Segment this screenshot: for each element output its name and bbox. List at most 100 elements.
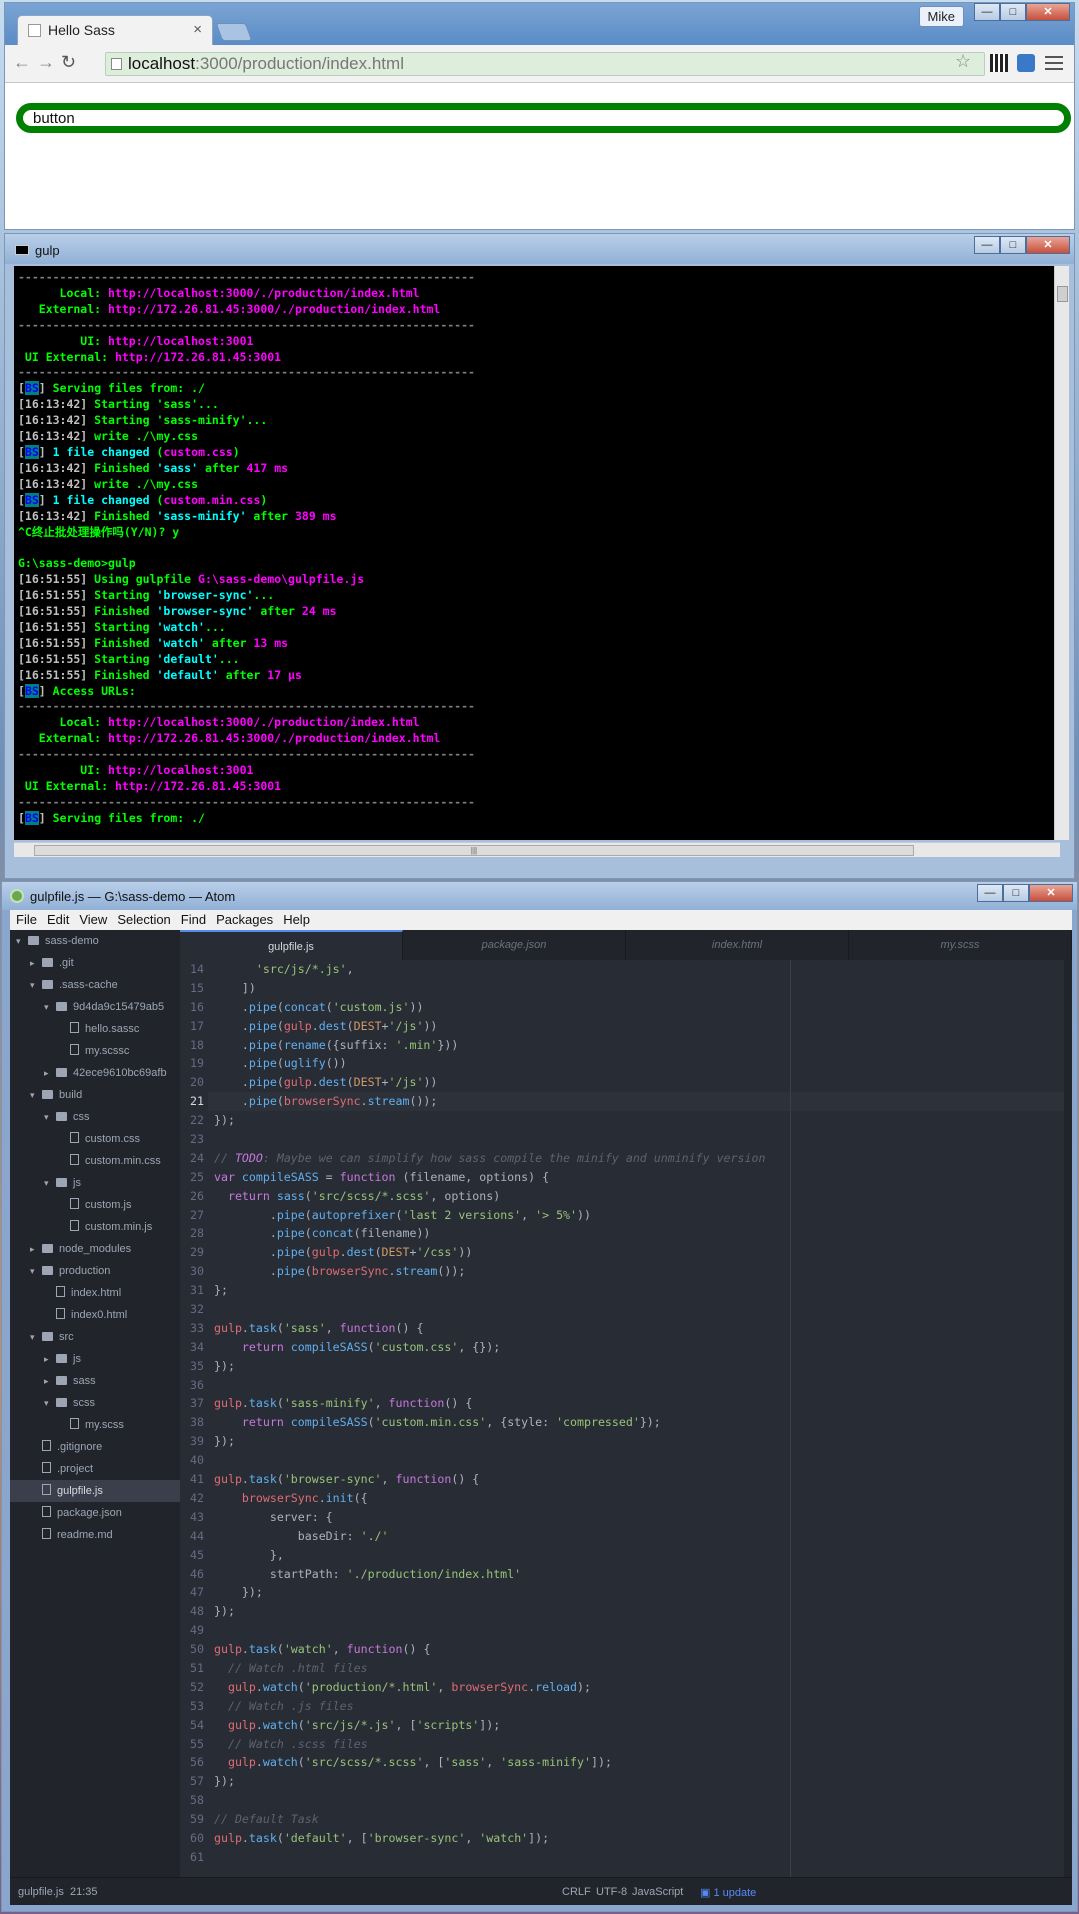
code-line[interactable]: return compileSASS('custom.min.css', {st… xyxy=(214,1413,765,1432)
console-output[interactable]: ----------------------------------------… xyxy=(14,266,1060,840)
code-line[interactable]: .pipe(rename({suffix: '.min'})) xyxy=(214,1036,765,1055)
menu-file[interactable]: File xyxy=(16,912,37,930)
code-line[interactable]: baseDir: './' xyxy=(214,1527,765,1546)
atom-minimize-button[interactable]: — xyxy=(977,884,1003,902)
tree-folder[interactable]: ▾ .sass-cache xyxy=(10,974,180,996)
status-file[interactable]: gulpfile.js xyxy=(18,1886,64,1898)
tree-folder[interactable]: ▾ sass-demo xyxy=(10,930,180,952)
chevron-down-icon[interactable]: ▾ xyxy=(44,1392,56,1414)
chevron-down-icon[interactable]: ▾ xyxy=(44,996,56,1018)
tree-folder[interactable]: ▾ css xyxy=(10,1106,180,1128)
code-line[interactable]: // Watch .html files xyxy=(214,1659,765,1678)
console-minimize-button[interactable]: — xyxy=(974,236,1000,254)
code-editor[interactable]: 14 15 16 17 18 19 20 21 22 23 24 25 26 27 28 29 30 31 32 33… xyxy=(180,960,1072,1877)
console-horizontal-scrollbar[interactable]: ||| xyxy=(14,842,1060,857)
console-close-button[interactable]: ✕ xyxy=(1026,236,1070,254)
scroll-thumb[interactable] xyxy=(1057,286,1068,302)
code-line[interactable]: }); xyxy=(214,1432,765,1451)
code-line[interactable]: // TODO: Maybe we can simplify how sass … xyxy=(214,1149,765,1168)
menu-icon[interactable] xyxy=(1045,56,1063,70)
menu-edit[interactable]: Edit xyxy=(47,912,69,930)
tree-folder[interactable]: ▸ node_modules xyxy=(10,1238,180,1260)
menu-find[interactable]: Find xyxy=(181,912,206,930)
tree-folder[interactable]: ▸ .git xyxy=(10,952,180,974)
chevron-down-icon[interactable]: ▾ xyxy=(30,974,42,996)
menu-packages[interactable]: Packages xyxy=(216,912,273,930)
code-line[interactable]: return compileSASS('custom.css', {}); xyxy=(214,1338,765,1357)
menu-view[interactable]: View xyxy=(79,912,107,930)
code-line[interactable]: }; xyxy=(214,1281,765,1300)
tree-file[interactable]: gulpfile.js xyxy=(10,1480,180,1502)
tree-file[interactable]: my.scss xyxy=(10,1414,180,1436)
page-info-icon[interactable] xyxy=(111,58,122,70)
code-line[interactable] xyxy=(214,1376,765,1395)
code-line[interactable]: .pipe(browserSync.stream()); xyxy=(214,1262,765,1281)
chevron-right-icon[interactable]: ▸ xyxy=(30,952,42,974)
chevron-down-icon[interactable]: ▾ xyxy=(30,1084,42,1106)
tree-file[interactable]: index0.html xyxy=(10,1304,180,1326)
browser-tab[interactable]: Hello Sass × xyxy=(17,15,213,45)
close-button[interactable]: ✕ xyxy=(1026,3,1070,21)
tree-folder[interactable]: ▸ js xyxy=(10,1348,180,1370)
code-line[interactable]: server: { xyxy=(214,1508,765,1527)
chevron-down-icon[interactable]: ▾ xyxy=(30,1326,42,1348)
status-line-ending[interactable]: CRLF xyxy=(562,1886,591,1898)
extension-icon[interactable] xyxy=(1017,54,1035,72)
console-maximize-button[interactable]: □ xyxy=(1000,236,1026,254)
back-icon[interactable]: ← xyxy=(13,52,31,73)
code-line[interactable] xyxy=(214,1621,765,1640)
tab-close-icon[interactable]: × xyxy=(193,21,202,38)
code-line[interactable]: }); xyxy=(214,1357,765,1376)
tree-folder[interactable]: ▸ 42ece9610bc69afb xyxy=(10,1062,180,1084)
forward-icon[interactable]: → xyxy=(37,52,55,73)
chevron-right-icon[interactable]: ▸ xyxy=(44,1062,56,1084)
code-line[interactable] xyxy=(214,1791,765,1810)
tab-index-html[interactable]: index.html xyxy=(626,930,849,960)
status-cursor-position[interactable]: 21:35 xyxy=(70,1886,98,1898)
menu-help[interactable]: Help xyxy=(283,912,310,930)
code-line[interactable]: // Watch .scss files xyxy=(214,1735,765,1754)
tab-package-json[interactable]: package.json xyxy=(403,930,626,960)
code-line[interactable]: .pipe(concat(filename)) xyxy=(214,1224,765,1243)
code-line[interactable]: var compileSASS = function (filename, op… xyxy=(214,1168,765,1187)
code-line[interactable] xyxy=(214,1451,765,1470)
code-line[interactable]: .pipe(concat('custom.js')) xyxy=(214,998,765,1017)
chevron-down-icon[interactable]: ▾ xyxy=(44,1106,56,1128)
address-bar[interactable]: localhost:3000/production/index.html xyxy=(105,52,985,76)
code-line[interactable]: }); xyxy=(214,1772,765,1791)
tree-file[interactable]: .project xyxy=(10,1458,180,1480)
code-line[interactable]: }); xyxy=(214,1111,765,1130)
code-line[interactable]: return sass('src/scss/*.scss', options) xyxy=(214,1187,765,1206)
code-line[interactable]: ]) xyxy=(214,979,765,998)
code-line[interactable]: .pipe(gulp.dest(DEST+'/js')) xyxy=(214,1073,765,1092)
reload-icon[interactable]: ↻ xyxy=(61,52,76,73)
code-line[interactable]: }); xyxy=(214,1583,765,1602)
code-line[interactable]: // Watch .js files xyxy=(214,1697,765,1716)
editor-scrollbar[interactable] xyxy=(1064,960,1072,1877)
tree-file[interactable]: my.scssc xyxy=(10,1040,180,1062)
atom-close-button[interactable]: ✕ xyxy=(1029,884,1073,902)
minimize-button[interactable]: — xyxy=(974,3,1000,21)
tab-gulpfile-js[interactable]: gulpfile.js xyxy=(180,930,403,960)
code-line[interactable]: gulp.task('sass-minify', function() { xyxy=(214,1394,765,1413)
tree-file[interactable]: package.json xyxy=(10,1502,180,1524)
code-lines[interactable]: 'src/js/*.js', ]) .pipe(concat('custom.j… xyxy=(214,960,765,1867)
tree-file[interactable]: .gitignore xyxy=(10,1436,180,1458)
qr-code-icon[interactable] xyxy=(990,54,1008,72)
code-line[interactable]: gulp.watch('src/scss/*.scss', ['sass', '… xyxy=(214,1753,765,1772)
code-line[interactable]: gulp.task('sass', function() { xyxy=(214,1319,765,1338)
chevron-right-icon[interactable]: ▸ xyxy=(44,1370,56,1392)
code-line[interactable]: startPath: './production/index.html' xyxy=(214,1565,765,1584)
atom-maximize-button[interactable]: □ xyxy=(1003,884,1029,902)
page-button[interactable]: button xyxy=(16,103,1071,133)
tree-folder[interactable]: ▾ 9d4da9c15479ab5 xyxy=(10,996,180,1018)
status-grammar[interactable]: JavaScript xyxy=(632,1886,683,1898)
tree-file[interactable]: index.html xyxy=(10,1282,180,1304)
status-updates[interactable]: ▣ 1 update xyxy=(700,1886,756,1899)
code-line[interactable]: 'src/js/*.js', xyxy=(214,960,765,979)
chevron-down-icon[interactable]: ▾ xyxy=(16,930,28,952)
tree-file[interactable]: custom.css xyxy=(10,1128,180,1150)
code-line[interactable]: .pipe(gulp.dest(DEST+'/css')) xyxy=(214,1243,765,1262)
maximize-button[interactable]: □ xyxy=(1000,3,1026,21)
tree-folder[interactable]: ▾ js xyxy=(10,1172,180,1194)
